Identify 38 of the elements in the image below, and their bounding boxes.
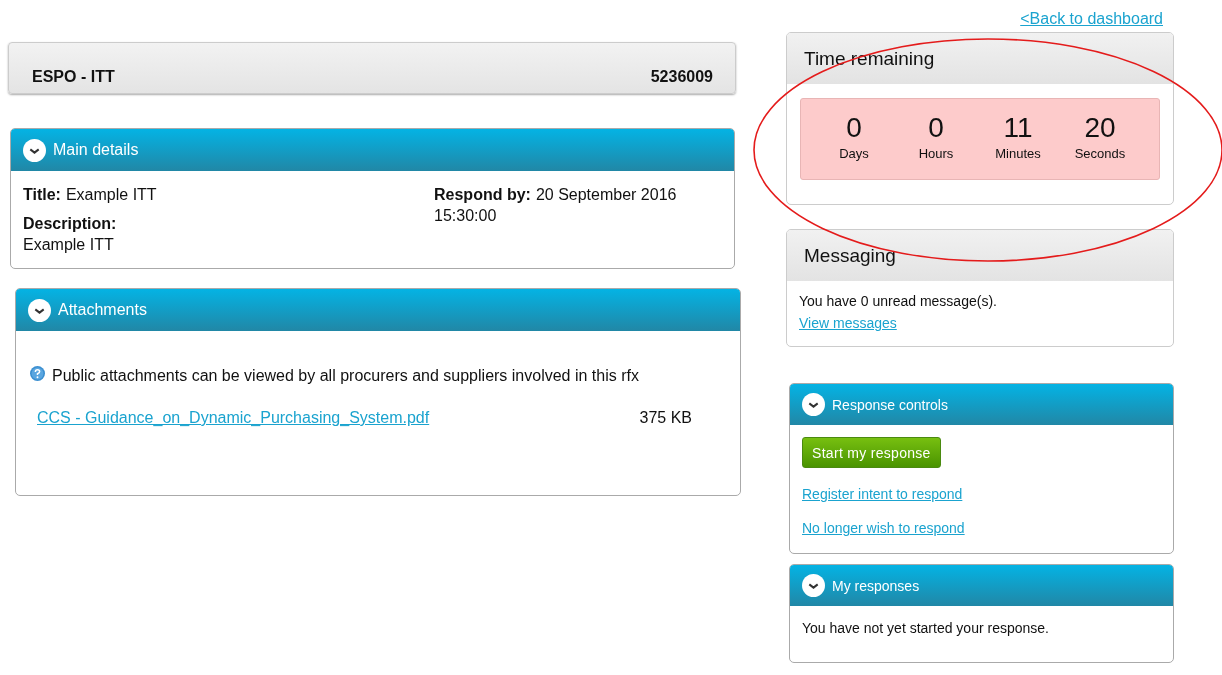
response-link[interactable]: Register intent to respond	[802, 486, 963, 502]
info-text: Public attachments can be viewed by all procurers and suppliers involved in this rfx	[52, 366, 640, 386]
panel-title: Messaging	[804, 244, 896, 267]
chevron-icon[interactable]	[802, 393, 825, 416]
panel-header[interactable]: Response controls	[790, 384, 1173, 425]
tender-title: ESPO - ITT	[32, 68, 115, 86]
chevron-icon[interactable]	[23, 138, 46, 162]
countdown-label: Seconds	[1074, 146, 1126, 161]
countdown-value: 0	[928, 112, 944, 144]
panel-title: My responses	[832, 577, 920, 594]
chevron-icon[interactable]	[802, 574, 825, 597]
back-link[interactable]: <Back to dashboard	[1020, 10, 1163, 32]
help-icon	[30, 366, 45, 381]
response-status-text: You have not yet started your response.	[802, 620, 1049, 636]
tender-number: 5236009	[650, 68, 713, 86]
countdown-value: 0	[846, 112, 862, 144]
panel-title: Response controls	[832, 396, 948, 413]
detail-field: Title: Example ITT	[23, 184, 434, 205]
panel-header[interactable]: My responses	[790, 565, 1173, 606]
panel-title: Time remaining	[804, 47, 935, 70]
panel-title: Attachments	[58, 301, 147, 319]
detail-field: Description: Example ITT	[23, 213, 434, 255]
message-count-text: You have 0 unread message(s).	[799, 293, 998, 309]
panel-title: Main details	[53, 141, 139, 159]
file-size: 375 KB	[639, 409, 692, 427]
countdown-value: 11	[1003, 112, 1033, 144]
chevron-icon[interactable]	[28, 298, 51, 322]
countdown-label: Minutes	[995, 146, 1041, 161]
file-link[interactable]: CCS - Guidance_on_Dynamic_Purchasing_System.pdf	[37, 409, 430, 427]
countdown-value: 20	[1084, 112, 1116, 144]
view-messages-link[interactable]: View messages	[799, 315, 1161, 331]
detail-field: Respond by: 20 September 2016 15:30:00	[434, 184, 714, 226]
start-response-button[interactable]: Start my response	[802, 437, 941, 468]
countdown-label: Days	[839, 146, 869, 161]
response-link[interactable]: No longer wish to respond	[802, 520, 965, 536]
panel-header[interactable]: Attachments	[16, 289, 740, 331]
panel-header[interactable]: Main details	[11, 129, 734, 171]
countdown-label: Hours	[918, 146, 954, 161]
